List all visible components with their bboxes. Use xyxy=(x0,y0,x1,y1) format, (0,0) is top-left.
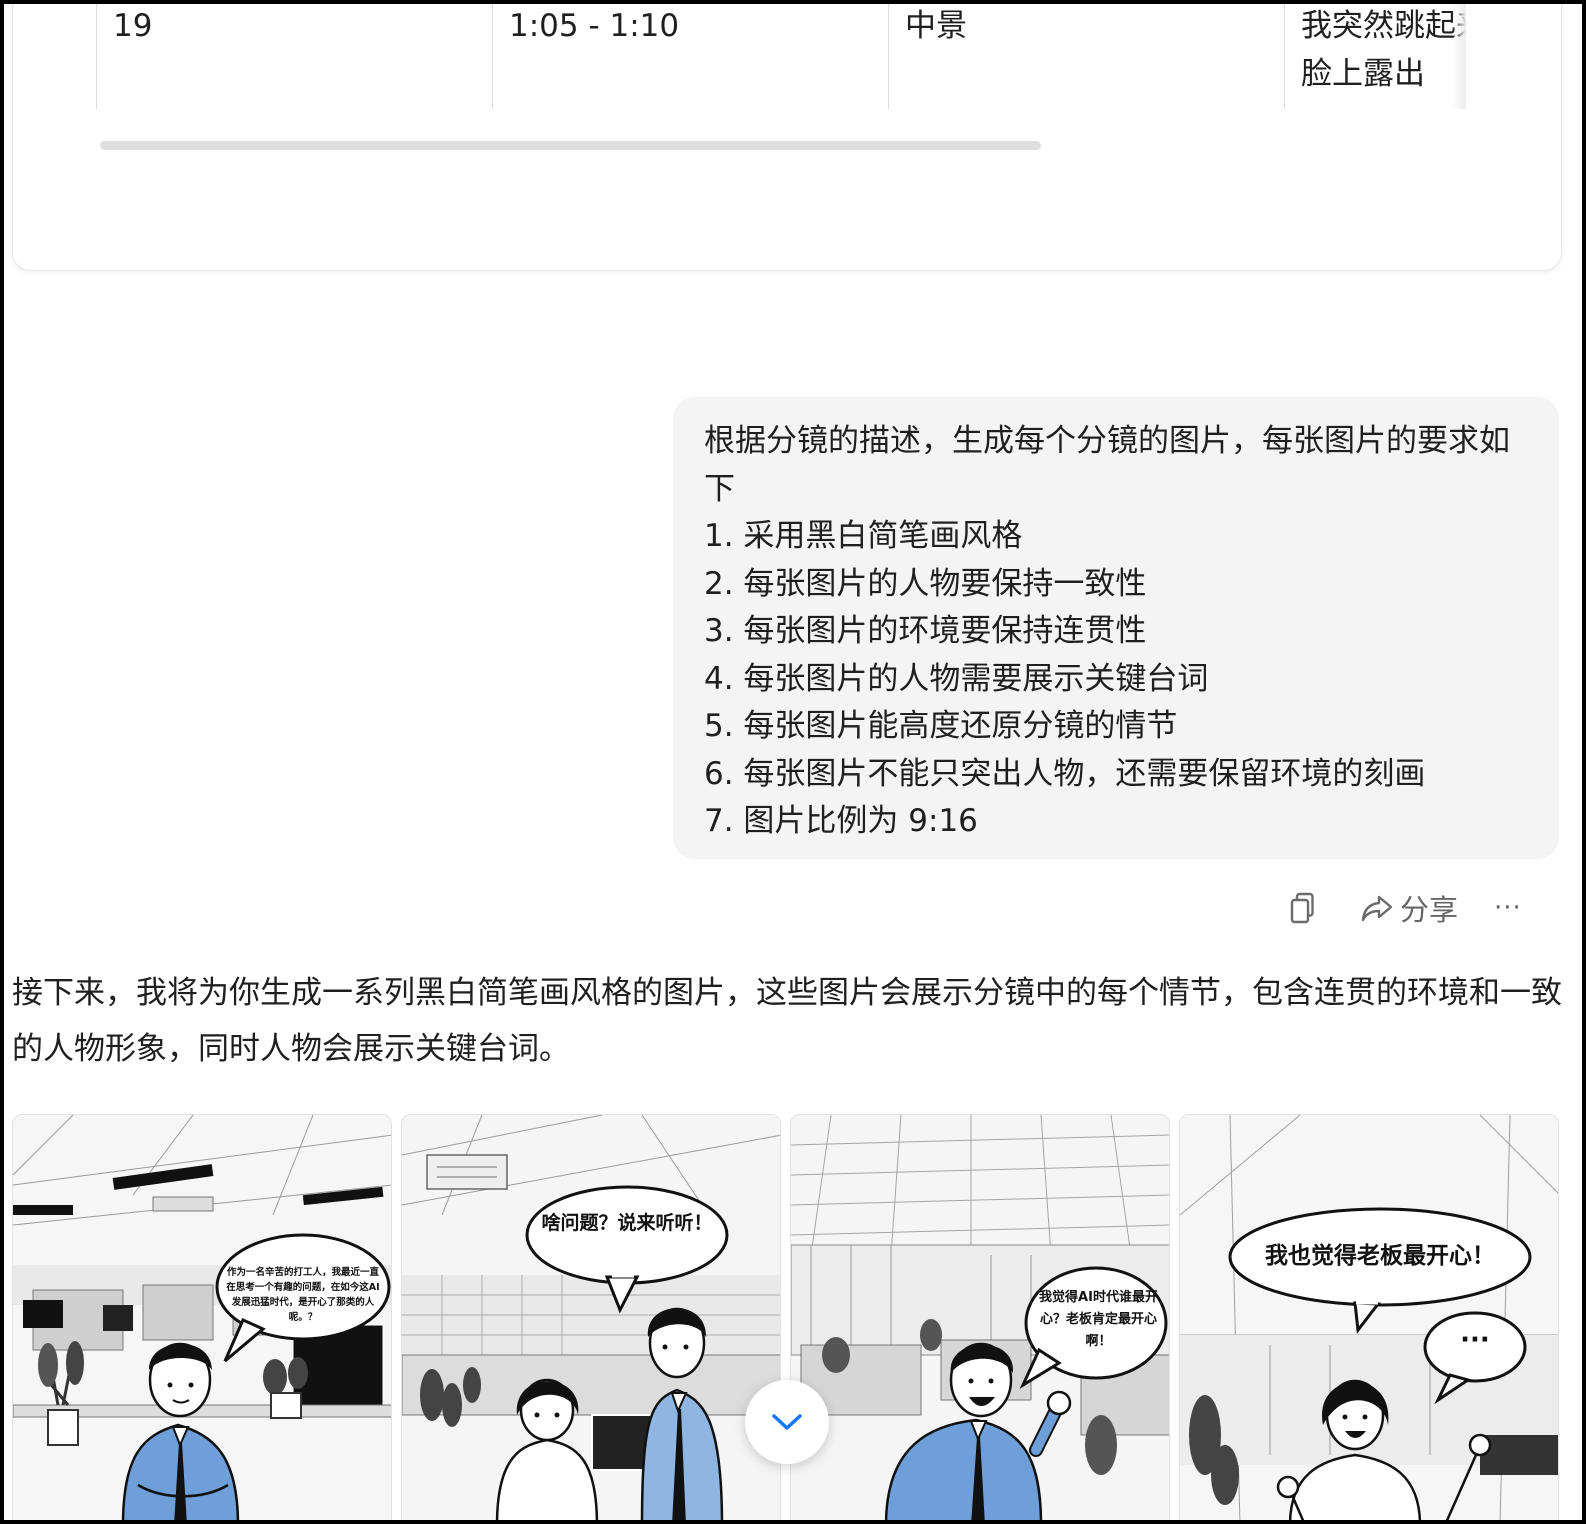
table-overflow-fade xyxy=(1452,1,1466,109)
storyboard-table: 19 1:05 - 1:10 中景 我突然跳起来，双手高举，脸上露出 xyxy=(96,1,1466,109)
ellipsis-bubble-text: ··· xyxy=(1460,1325,1490,1355)
more-options-button[interactable]: ··· xyxy=(1494,888,1534,928)
requirement-item: 3. 每张图片的环境要保持连贯性 xyxy=(704,613,1147,649)
requirement-item: 5. 每张图片能高度还原分镜的情节 xyxy=(704,708,1178,744)
requirement-item: 1. 采用黑白简笔画风格 xyxy=(704,518,1023,554)
generated-image-1[interactable]: 作为一名辛苦的打工人，我最近一直在思考一个有趣的问题，在如今这AI发展迅猛时代，… xyxy=(12,1114,392,1524)
assistant-reply-text: 接下来，我将为你生成一系列黑白简笔画风格的图片，这些图片会展示分镜中的每个情节，… xyxy=(12,975,1562,1067)
scroll-to-bottom-button[interactable] xyxy=(745,1380,829,1464)
speech-bubble-text: 我也觉得老板最开心！ xyxy=(1265,1243,1495,1269)
shot-index-cell: 19 xyxy=(96,1,493,109)
table-row: 19 1:05 - 1:10 中景 我突然跳起来，双手高举，脸上露出 xyxy=(96,1,1466,109)
copy-button[interactable] xyxy=(1286,888,1320,928)
requirement-item: 2. 每张图片的人物要保持一致性 xyxy=(704,565,1147,602)
requirement-item: 7. 图片比例为 9:16 xyxy=(704,803,978,839)
speech-bubble-text: 我觉得AI时代谁最开心？老板肯定最开心啊！ xyxy=(1039,1290,1158,1349)
generated-image-4[interactable]: 我也觉得老板最开心！ ··· xyxy=(1179,1114,1559,1524)
share-label: 分享 xyxy=(1400,893,1459,927)
description-cell: 我突然跳起来，双手高举，脸上露出 xyxy=(1284,1,1466,109)
user-message-intro: 根据分镜的描述，生成每个分镜的图片，每张图片的要求如下 xyxy=(704,423,1510,507)
user-message-bubble: 根据分镜的描述，生成每个分镜的图片，每张图片的要求如下 1. 采用黑白简笔画风格… xyxy=(673,397,1559,859)
table-scroll-area[interactable]: 19 1:05 - 1:10 中景 我突然跳起来，双手高举，脸上露出 xyxy=(96,1,1466,109)
office-illustration-4 xyxy=(1180,1115,1558,1523)
share-icon xyxy=(1360,891,1394,925)
chevron-down-icon xyxy=(772,1414,802,1430)
generated-image-3[interactable]: 我觉得AI时代谁最开心？老板肯定最开心啊！ xyxy=(790,1114,1170,1524)
speech-bubble-text: 啥问题？说来听听！ xyxy=(541,1212,713,1234)
office-illustration-2 xyxy=(402,1115,780,1523)
generated-image-2[interactable]: 啥问题？说来听听！ xyxy=(401,1114,781,1524)
requirement-item: 4. 每张图片的人物需要展示关键台词 xyxy=(704,660,1209,697)
storyboard-table-card: 19 1:05 - 1:10 中景 我突然跳起来，双手高举，脸上露出 xyxy=(12,0,1562,271)
speech-bubble-text: 作为一名辛苦的打工人，我最近一直在思考一个有趣的问题，在如今这AI发展迅猛时代，… xyxy=(226,1267,380,1323)
time-range-cell: 1:05 - 1:10 xyxy=(492,1,889,109)
copy-icon xyxy=(1290,892,1314,924)
requirement-item: 6. 每张图片不能只突出人物，还需要保留环境的刻画 xyxy=(704,755,1426,792)
shot-type-cell: 中景 xyxy=(888,1,1285,109)
share-button[interactable]: 分享 xyxy=(1360,888,1470,928)
horizontal-scrollbar[interactable] xyxy=(100,141,1041,150)
